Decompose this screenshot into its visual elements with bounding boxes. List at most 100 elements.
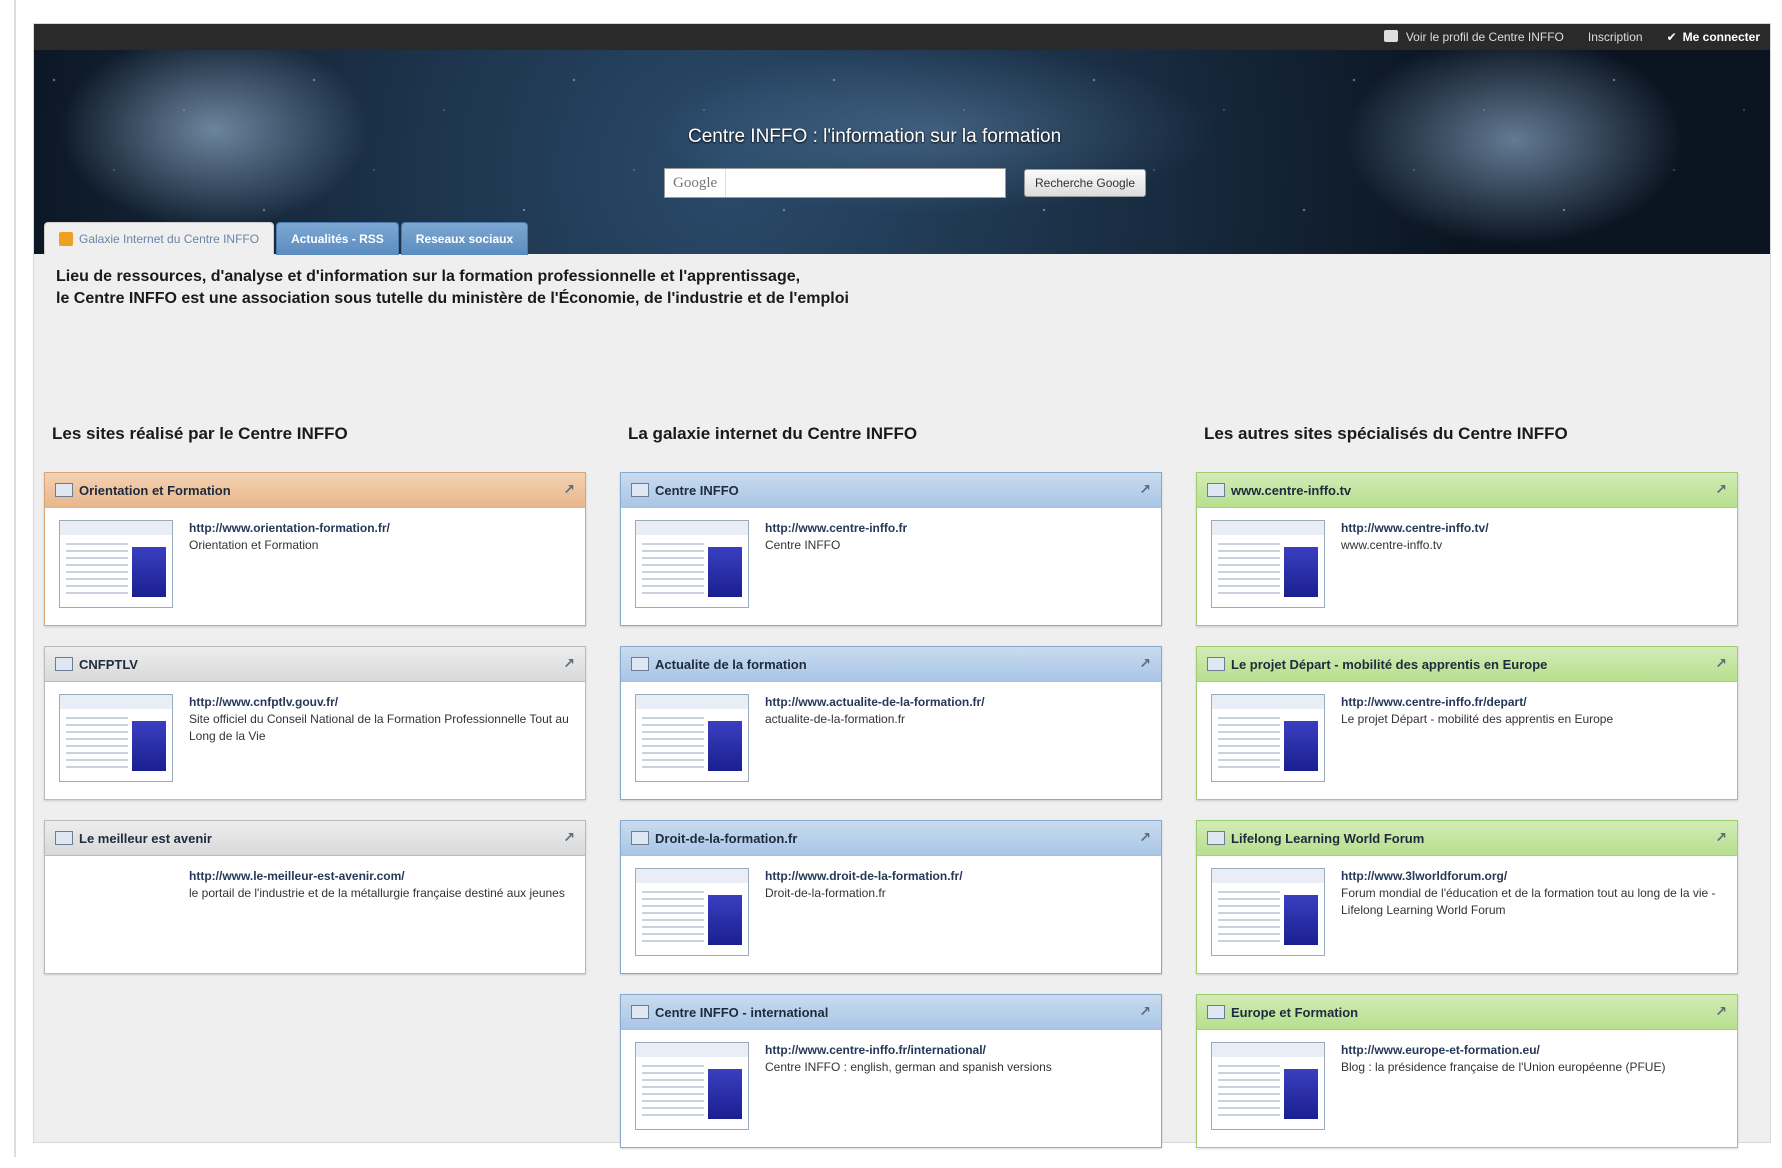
site-thumbnail[interactable] <box>59 520 173 608</box>
site-description: Orientation et Formation <box>189 538 319 552</box>
site-thumbnail[interactable] <box>1211 868 1325 956</box>
card-title: Centre INFFO <box>655 482 739 498</box>
google-logo: Google <box>665 169 727 197</box>
card-body: http://www.cnfptlv.gouv.fr/ Site officie… <box>45 682 585 794</box>
card-title: Lifelong Learning World Forum <box>1231 830 1425 846</box>
card-header[interactable]: www.centre-inffo.tv ↗ <box>1197 473 1737 508</box>
search-input[interactable] <box>726 171 1005 195</box>
tab-galaxie-label: Galaxie Internet du Centre INFFO <box>79 232 260 246</box>
window-icon <box>1207 657 1225 671</box>
card-title: Orientation et Formation <box>79 482 231 498</box>
site-url-link[interactable]: http://www.cnfptlv.gouv.fr/ <box>189 694 571 711</box>
header-banner: Centre INFFO : l'information sur la form… <box>34 50 1770 255</box>
card-title: Actualite de la formation <box>655 656 807 672</box>
card-meta: http://www.centre-inffo.fr Centre INFFO <box>765 520 907 608</box>
card-title: CNFPTLV <box>79 656 138 672</box>
card-header[interactable]: Lifelong Learning World Forum ↗ <box>1197 821 1737 856</box>
site-card: Actualite de la formation ↗ http://www.a… <box>620 646 1162 800</box>
window-icon <box>631 831 649 845</box>
site-url-link[interactable]: http://www.centre-inffo.fr/depart/ <box>1341 694 1613 711</box>
site-url-link[interactable]: http://www.le-meilleur-est-avenir.com/ <box>189 868 565 885</box>
site-card: Centre INFFO ↗ http://www.centre-inffo.f… <box>620 472 1162 626</box>
site-url-link[interactable]: http://www.droit-de-la-formation.fr/ <box>765 868 963 885</box>
site-description: Forum mondial de l'éducation et de la fo… <box>1341 886 1716 917</box>
card-meta: http://www.centre-inffo.fr/depart/ Le pr… <box>1341 694 1613 782</box>
column-heading: La galaxie internet du Centre INFFO <box>628 424 918 443</box>
card-meta: http://www.le-meilleur-est-avenir.com/ l… <box>189 868 565 956</box>
card-meta: http://www.actualite-de-la-formation.fr/… <box>765 694 985 782</box>
share-icon[interactable]: ↗ <box>1139 829 1151 846</box>
share-icon[interactable]: ↗ <box>563 829 575 846</box>
tab-galaxie[interactable]: Galaxie Internet du Centre INFFO <box>44 222 275 255</box>
share-icon[interactable]: ↗ <box>1139 1003 1151 1020</box>
card-meta: http://www.cnfptlv.gouv.fr/ Site officie… <box>189 694 571 782</box>
tab-reseaux[interactable]: Reseaux sociaux <box>400 222 529 255</box>
site-url-link[interactable]: http://www.3lworldforum.org/ <box>1341 868 1723 885</box>
card-meta: http://www.droit-de-la-formation.fr/ Dro… <box>765 868 963 956</box>
page-left-border <box>14 0 16 1157</box>
card-meta: http://www.3lworldforum.org/ Forum mondi… <box>1341 868 1723 956</box>
profile-link[interactable]: Voir le profil de Centre INFFO <box>1383 30 1564 44</box>
site-url-link[interactable]: http://www.europe-et-formation.eu/ <box>1341 1042 1665 1059</box>
site-description: Blog : la présidence française de l'Unio… <box>1341 1060 1666 1074</box>
site-card: CNFPTLV ↗ http://www.cnfptlv.gouv.fr/ Si… <box>44 646 586 800</box>
signup-link[interactable]: Inscription <box>1588 30 1643 44</box>
site-card: Le meilleur est avenir ↗ http://www.le-m… <box>44 820 586 974</box>
site-thumbnail[interactable] <box>1211 520 1325 608</box>
card-header[interactable]: Droit-de-la-formation.fr ↗ <box>621 821 1161 856</box>
app-window: Voir le profil de Centre INFFO Inscripti… <box>34 24 1770 1148</box>
site-thumbnail[interactable] <box>59 694 173 782</box>
card-meta: http://www.orientation-formation.fr/ Ori… <box>189 520 390 608</box>
search-box: Google <box>664 168 1006 198</box>
intro-line-1: Lieu de ressources, d'analyse et d'infor… <box>56 268 801 285</box>
window-icon <box>631 1005 649 1019</box>
site-thumbnail[interactable] <box>1211 694 1325 782</box>
card-header[interactable]: Le projet Départ - mobilité des apprenti… <box>1197 647 1737 682</box>
site-card: Le projet Départ - mobilité des apprenti… <box>1196 646 1738 800</box>
share-icon[interactable]: ↗ <box>1139 655 1151 672</box>
share-icon[interactable]: ↗ <box>1715 1003 1727 1020</box>
card-header[interactable]: CNFPTLV ↗ <box>45 647 585 682</box>
site-thumbnail[interactable] <box>1211 1042 1325 1130</box>
site-url-link[interactable]: http://www.centre-inffo.fr <box>765 520 907 537</box>
card-header[interactable]: Centre INFFO - international ↗ <box>621 995 1161 1030</box>
login-link-label: Me connecter <box>1682 30 1760 44</box>
card-title: Droit-de-la-formation.fr <box>655 830 798 846</box>
site-thumbnail[interactable] <box>635 520 749 608</box>
site-description: Site officiel du Conseil National de la … <box>189 712 569 743</box>
share-icon[interactable]: ↗ <box>1139 481 1151 498</box>
window-icon <box>55 831 73 845</box>
search-button[interactable]: Recherche Google <box>1024 169 1147 197</box>
card-body: http://www.centre-inffo.fr/depart/ Le pr… <box>1197 682 1737 794</box>
card-body: http://www.droit-de-la-formation.fr/ Dro… <box>621 856 1161 968</box>
site-thumbnail[interactable] <box>59 868 173 956</box>
share-icon[interactable]: ↗ <box>563 481 575 498</box>
card-header[interactable]: Orientation et Formation ↗ <box>45 473 585 508</box>
intro-text: Lieu de ressources, d'analyse et d'infor… <box>56 266 849 310</box>
rss-icon <box>59 232 73 246</box>
card-header[interactable]: Centre INFFO ↗ <box>621 473 1161 508</box>
card-header[interactable]: Le meilleur est avenir ↗ <box>45 821 585 856</box>
profile-link-label: Voir le profil de Centre INFFO <box>1405 30 1564 44</box>
share-icon[interactable]: ↗ <box>563 655 575 672</box>
card-header[interactable]: Actualite de la formation ↗ <box>621 647 1161 682</box>
login-link[interactable]: ✔ Me connecter <box>1667 30 1760 44</box>
site-title: Centre INFFO : l'information sur la form… <box>688 126 1062 147</box>
share-icon[interactable]: ↗ <box>1715 829 1727 846</box>
intro-line-2: le Centre INFFO est une association sous… <box>56 290 849 307</box>
site-thumbnail[interactable] <box>635 868 749 956</box>
share-icon[interactable]: ↗ <box>1715 481 1727 498</box>
card-title: Centre INFFO - international <box>655 1004 829 1020</box>
site-url-link[interactable]: http://www.centre-inffo.tv/ <box>1341 520 1489 537</box>
share-icon[interactable]: ↗ <box>1715 655 1727 672</box>
tab-actualites[interactable]: Actualités - RSS <box>276 222 399 255</box>
card-header[interactable]: Europe et Formation ↗ <box>1197 995 1737 1030</box>
site-description: actualite-de-la-formation.fr <box>765 712 906 726</box>
site-url-link[interactable]: http://www.actualite-de-la-formation.fr/ <box>765 694 985 711</box>
site-thumbnail[interactable] <box>635 694 749 782</box>
site-thumbnail[interactable] <box>635 1042 749 1130</box>
column-heading: Les sites réalisé par le Centre INFFO <box>52 424 348 443</box>
card-body: http://www.centre-inffo.fr Centre INFFO <box>621 508 1161 620</box>
site-url-link[interactable]: http://www.orientation-formation.fr/ <box>189 520 390 537</box>
site-url-link[interactable]: http://www.centre-inffo.fr/international… <box>765 1042 1052 1059</box>
